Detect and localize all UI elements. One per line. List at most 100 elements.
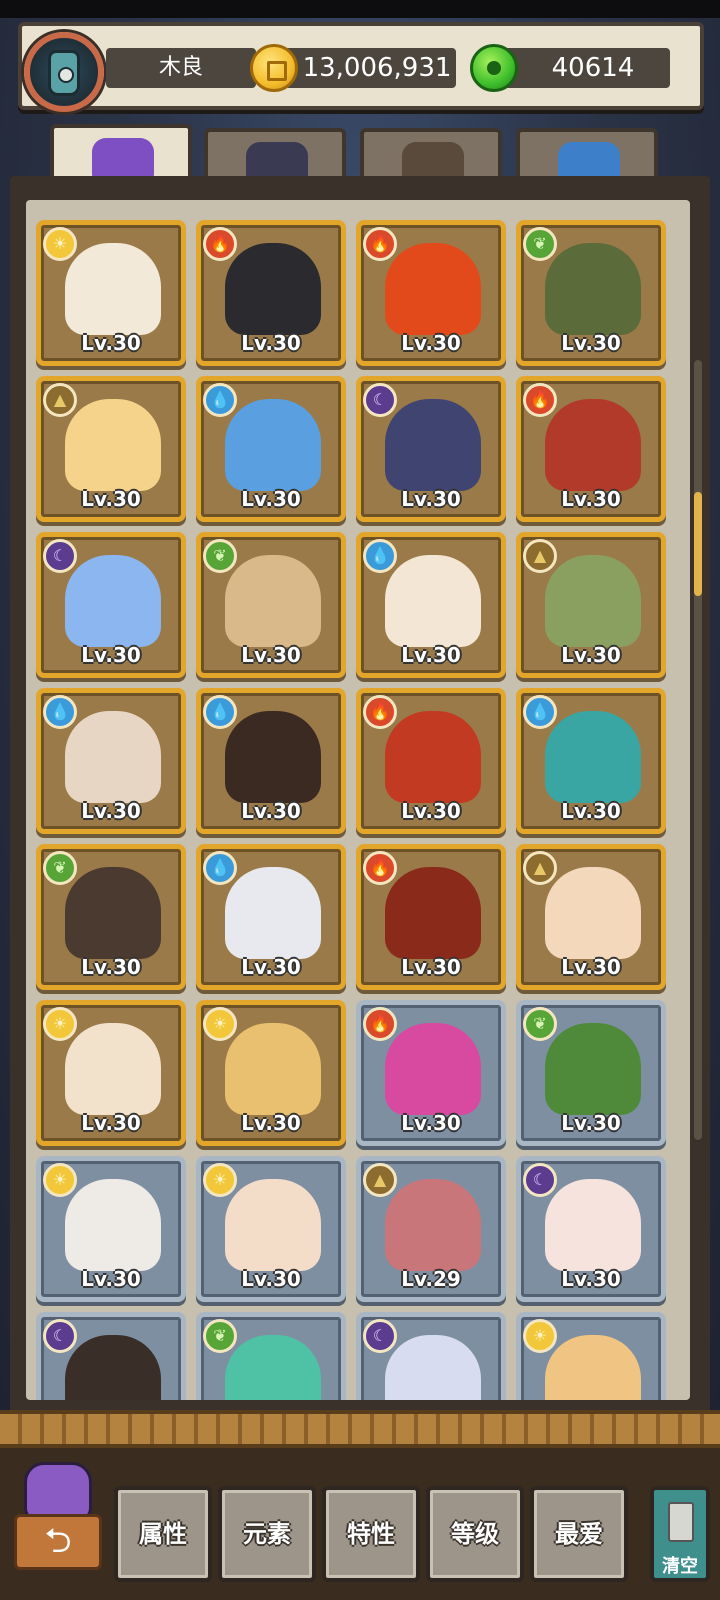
water-element-icon: 💧 (523, 695, 557, 729)
character-level: Lv.30 (401, 1111, 461, 1135)
character-portrait (385, 243, 481, 335)
character-card[interactable]: ❦ Lv.30 (36, 844, 186, 990)
character-portrait (225, 1023, 321, 1115)
filter-favorite-button[interactable]: 最爱 (530, 1486, 628, 1582)
character-card[interactable]: ☾ Lv.30 (36, 532, 186, 678)
character-level: Lv.29 (401, 1267, 461, 1291)
character-card[interactable]: 🔥 Lv.30 (356, 844, 506, 990)
character-card[interactable]: 💧 Lv.30 (196, 376, 346, 522)
character-level: Lv.30 (401, 487, 461, 511)
player-name: 木良 (106, 48, 256, 88)
leaf-element-icon: ❦ (523, 1007, 557, 1041)
character-level: Lv.30 (561, 955, 621, 979)
jade-count: 40614 (502, 48, 670, 88)
fire-element-icon: 🔥 (363, 227, 397, 261)
character-portrait (385, 711, 481, 803)
filter-element-button[interactable]: 元素 (218, 1486, 316, 1582)
character-card[interactable]: 🔥 Lv.30 (356, 1000, 506, 1146)
clear-button[interactable]: 清空 (650, 1486, 710, 1582)
character-card[interactable]: ☀ Lv.30 (36, 220, 186, 366)
filter-level-button[interactable]: 等级 (426, 1486, 524, 1582)
character-portrait (385, 555, 481, 647)
character-card[interactable]: ❦ Lv.30 (196, 532, 346, 678)
character-card[interactable]: 🔥 Lv.30 (516, 376, 666, 522)
moon-element-icon: ☾ (523, 1163, 557, 1197)
filter-attribute-button[interactable]: 属性 (114, 1486, 212, 1582)
sun-element-icon: ☀ (203, 1163, 237, 1197)
character-level: Lv.30 (81, 1267, 141, 1291)
character-portrait (545, 399, 641, 491)
character-level: Lv.30 (81, 487, 141, 511)
character-portrait (65, 243, 161, 335)
character-portrait (545, 555, 641, 647)
character-card[interactable]: ☾ (36, 1312, 186, 1400)
fire-element-icon: 🔥 (363, 1007, 397, 1041)
character-portrait (225, 399, 321, 491)
clear-label: 清空 (662, 1556, 698, 1577)
scrollbar-track[interactable] (694, 360, 702, 1140)
coin-icon (250, 44, 298, 92)
sun-element-icon: ☀ (43, 227, 77, 261)
demon-mascot-icon (24, 1462, 92, 1522)
character-portrait (385, 867, 481, 959)
character-level: Lv.30 (561, 487, 621, 511)
sun-element-icon: ☀ (43, 1007, 77, 1041)
character-portrait (65, 399, 161, 491)
character-card[interactable]: ☀ Lv.30 (36, 1156, 186, 1302)
character-level: Lv.30 (561, 1111, 621, 1135)
character-card[interactable]: ☾ (356, 1312, 506, 1400)
moon-element-icon: ☾ (43, 1319, 77, 1353)
fire-element-icon: 🔥 (203, 227, 237, 261)
character-portrait (65, 1023, 161, 1115)
character-card[interactable]: 💧 Lv.30 (196, 844, 346, 990)
character-card[interactable]: ❦ Lv.30 (516, 220, 666, 366)
moon-element-icon: ☾ (43, 539, 77, 573)
fire-element-icon: 🔥 (363, 851, 397, 885)
character-card[interactable]: ☀ Lv.30 (196, 1000, 346, 1146)
character-portrait (545, 1023, 641, 1115)
character-level: Lv.30 (561, 799, 621, 823)
sun-element-icon: ☀ (523, 1319, 557, 1353)
player-avatar[interactable] (24, 32, 104, 112)
character-level: Lv.30 (401, 955, 461, 979)
character-card[interactable]: 💧 Lv.30 (516, 688, 666, 834)
coin-count: 13,006,931 (284, 48, 456, 88)
character-card[interactable]: ☾ Lv.30 (516, 1156, 666, 1302)
character-level: Lv.30 (561, 331, 621, 355)
character-card[interactable]: 🔥 Lv.30 (356, 688, 506, 834)
character-portrait (385, 1023, 481, 1115)
character-card[interactable]: 🔥 Lv.30 (356, 220, 506, 366)
jade-icon (470, 44, 518, 92)
character-card[interactable]: ☀ Lv.30 (36, 1000, 186, 1146)
character-card[interactable]: 💧 Lv.30 (356, 532, 506, 678)
character-level: Lv.30 (241, 955, 301, 979)
leaf-element-icon: ❦ (523, 227, 557, 261)
character-card[interactable]: ☾ Lv.30 (356, 376, 506, 522)
character-collection-panel[interactable]: ☀ Lv.30 🔥 Lv.30 🔥 Lv.30 ❦ Lv.30 ▲ Lv.30 💧 Lv.30 ☾ Lv.… (26, 200, 690, 1400)
character-portrait (385, 1335, 481, 1400)
character-portrait (225, 243, 321, 335)
character-card[interactable]: ▲ Lv.30 (516, 532, 666, 678)
character-card[interactable]: 💧 Lv.30 (196, 688, 346, 834)
character-card[interactable]: ▲ Lv.30 (516, 844, 666, 990)
character-card[interactable]: ☀ (516, 1312, 666, 1400)
leaf-element-icon: ❦ (43, 851, 77, 885)
moon-element-icon: ☾ (363, 383, 397, 417)
character-card[interactable]: ❦ Lv.30 (516, 1000, 666, 1146)
character-card[interactable]: ▲ Lv.29 (356, 1156, 506, 1302)
leaf-element-icon: ❦ (203, 1319, 237, 1353)
character-card[interactable]: ▲ Lv.30 (36, 376, 186, 522)
sun-element-icon: ☀ (43, 1163, 77, 1197)
character-portrait (65, 867, 161, 959)
character-card[interactable]: 💧 Lv.30 (36, 688, 186, 834)
character-card[interactable]: 🔥 Lv.30 (196, 220, 346, 366)
character-level: Lv.30 (81, 955, 141, 979)
scrollbar-thumb[interactable] (694, 492, 702, 596)
character-level: Lv.30 (561, 643, 621, 667)
back-button[interactable]: ⮌ (14, 1462, 102, 1582)
character-card[interactable]: ❦ (196, 1312, 346, 1400)
character-card[interactable]: ☀ Lv.30 (196, 1156, 346, 1302)
filter-trait-button[interactable]: 特性 (322, 1486, 420, 1582)
water-element-icon: 💧 (203, 383, 237, 417)
water-element-icon: 💧 (203, 695, 237, 729)
